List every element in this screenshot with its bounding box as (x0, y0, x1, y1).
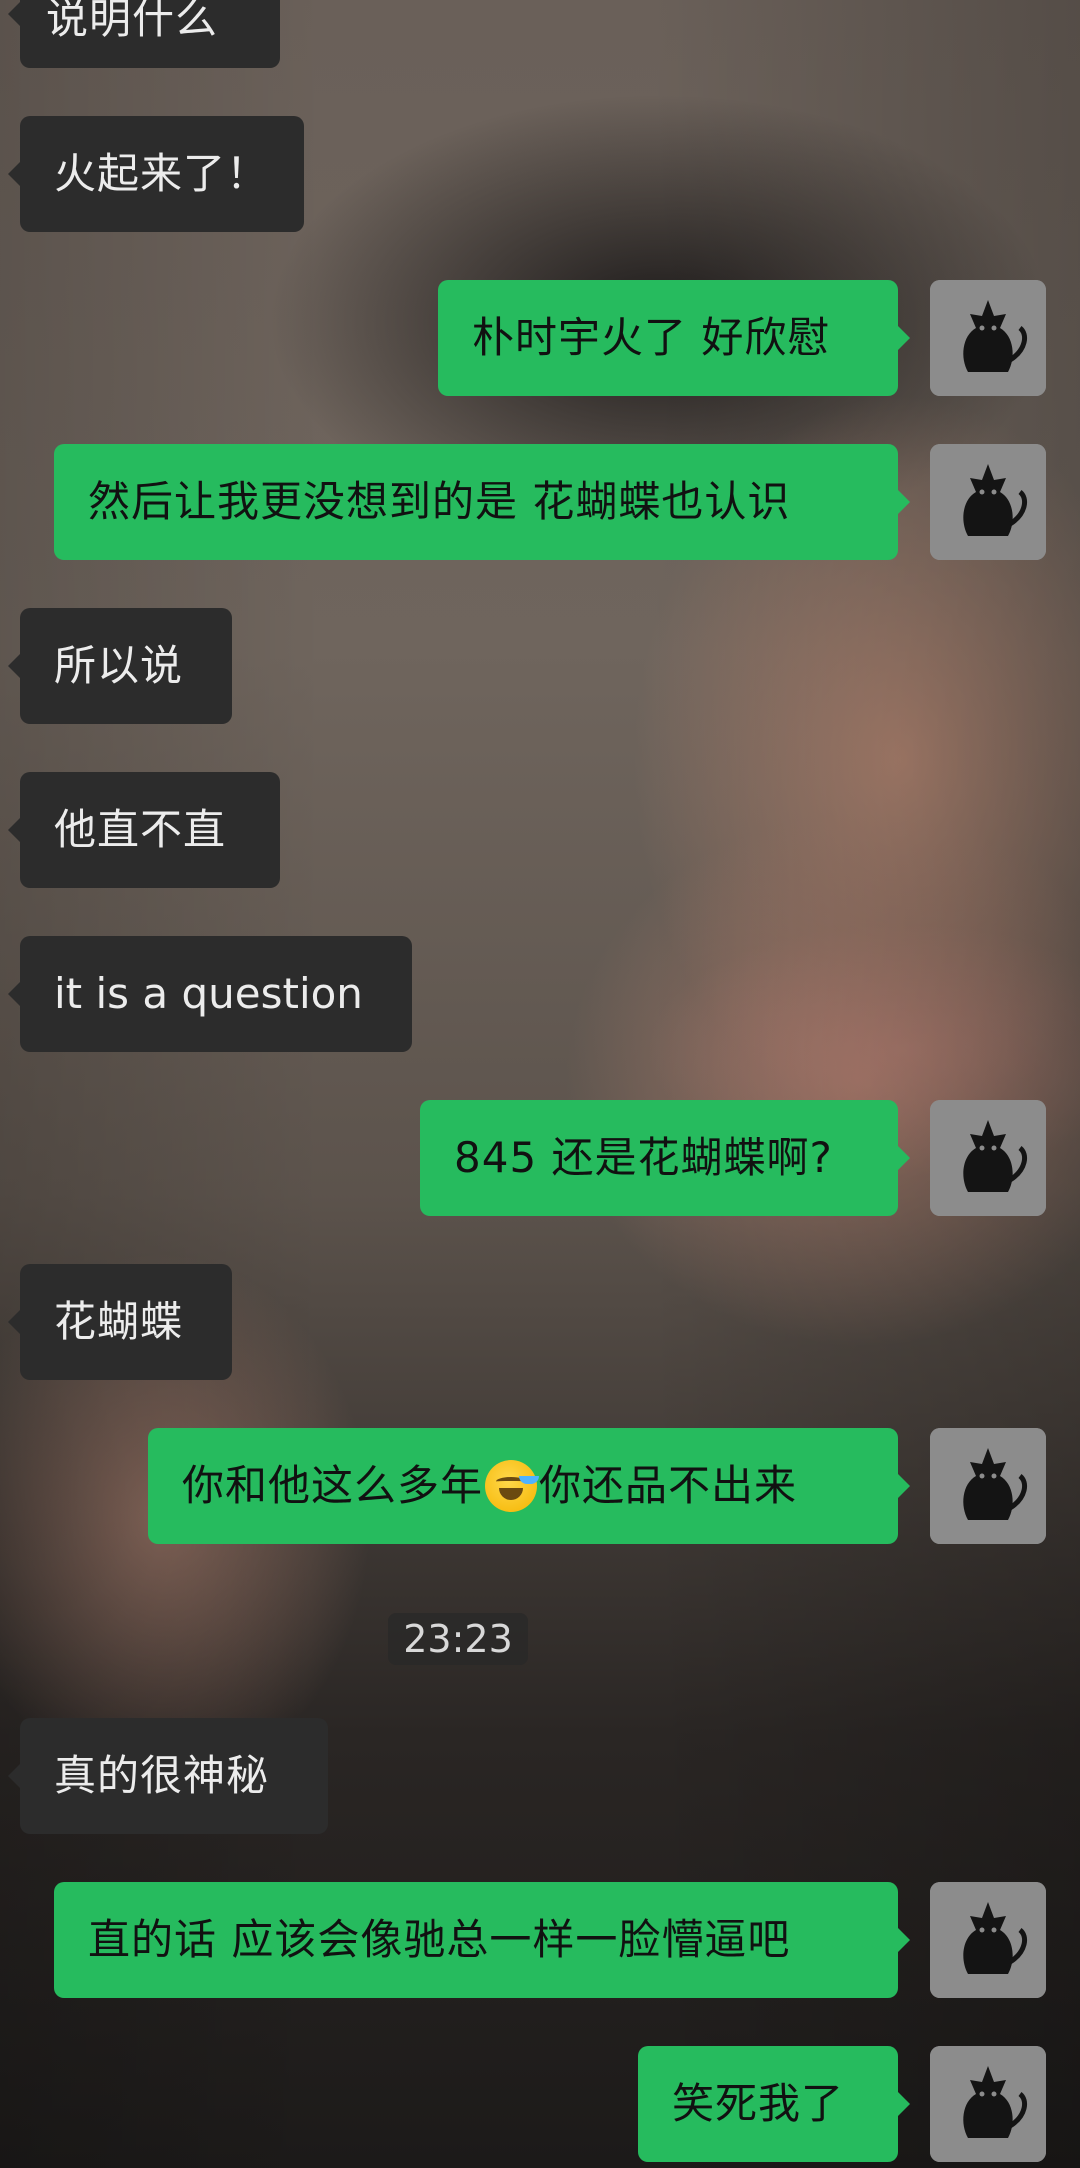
message-bubble[interactable]: 然后让我更没想到的是 花蝴蝶也认识 (54, 444, 910, 560)
message-bubble[interactable]: 所以说 (8, 608, 232, 724)
message-text: 真的很神秘 (54, 1751, 270, 1800)
message-bubble[interactable]: 说明什么 (8, 0, 280, 68)
message-text: 火起来了！ (54, 149, 270, 198)
avatar[interactable] (930, 2046, 1046, 2162)
message-bubble[interactable]: 你和他这么多年 你还品不出来 (148, 1428, 910, 1544)
message-text: 说明什么 (46, 0, 219, 43)
black-cat-icon (930, 280, 1046, 396)
message-bubble[interactable]: 真的很神秘 (8, 1718, 328, 1834)
black-cat-icon (930, 444, 1046, 560)
message-bubble[interactable]: 845 还是花蝴蝶啊? (420, 1100, 910, 1216)
message-text: 直的话 应该会像驰总一样一脸懵逼吧 (88, 1915, 791, 1964)
message-bubble[interactable]: 他直不直 (8, 772, 280, 888)
black-cat-icon (930, 1100, 1046, 1216)
message-bubble[interactable]: 直的话 应该会像驰总一样一脸懵逼吧 (54, 1882, 910, 1998)
message-text: 你还品不出来 (539, 1461, 798, 1510)
black-cat-icon (930, 1428, 1046, 1544)
message-text: 笑死我了 (672, 2079, 845, 2128)
message-text: 他直不直 (54, 805, 227, 854)
message-bubble[interactable]: 朴时宇火了 好欣慰 (438, 280, 910, 396)
avatar[interactable] (930, 1882, 1046, 1998)
message-bubble[interactable]: 笑死我了 (638, 2046, 910, 2162)
avatar[interactable] (930, 280, 1046, 396)
avatar[interactable] (930, 444, 1046, 560)
message-timestamp: 23:23 (388, 1613, 528, 1665)
black-cat-icon (930, 1882, 1046, 1998)
avatar[interactable] (930, 1100, 1046, 1216)
message-text: 所以说 (54, 641, 184, 690)
avatar[interactable] (930, 1428, 1046, 1544)
message-text: 你和他这么多年 (182, 1461, 484, 1510)
message-text: 花蝴蝶 (54, 1297, 184, 1346)
message-text: 朴时宇火了 好欣慰 (472, 313, 831, 362)
message-text: 然后让我更没想到的是 花蝴蝶也认识 (88, 477, 791, 526)
message-bubble[interactable]: 花蝴蝶 (8, 1264, 232, 1380)
message-text: 845 还是花蝴蝶啊? (454, 1133, 833, 1182)
face-with-tears-of-joy-icon (485, 1460, 538, 1512)
black-cat-icon (930, 2046, 1046, 2162)
message-bubble[interactable]: it is a question (8, 936, 412, 1052)
message-text: it is a question (54, 969, 363, 1018)
message-bubble[interactable]: 火起来了！ (8, 116, 304, 232)
